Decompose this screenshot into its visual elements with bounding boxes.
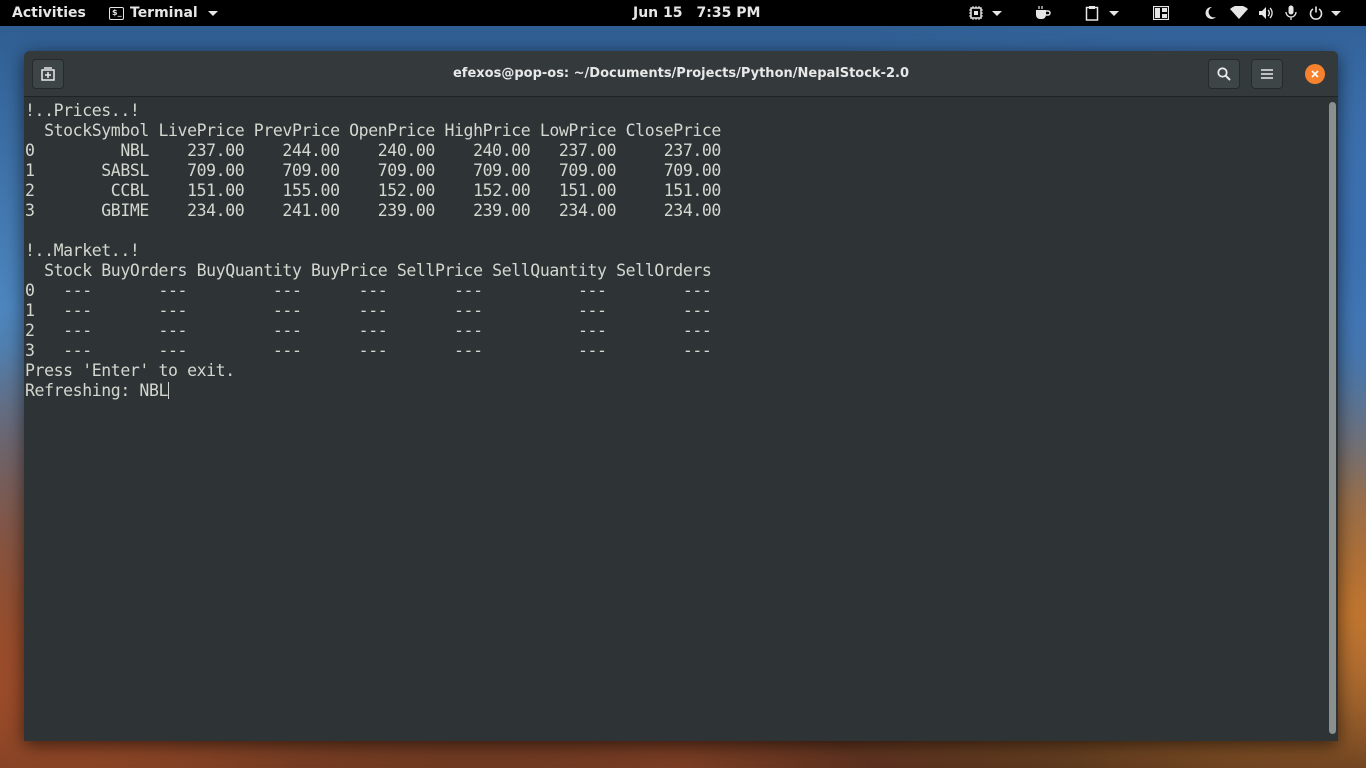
window-title: efexos@pop-os: ~/Documents/Projects/Pyth…	[452, 66, 910, 81]
close-icon	[1311, 70, 1319, 78]
search-icon	[1217, 67, 1231, 81]
search-button[interactable]	[1208, 59, 1240, 89]
chevron-down-icon	[207, 10, 218, 16]
text-cursor	[168, 382, 170, 399]
chevron-down-icon	[1109, 10, 1119, 16]
app-menu-button[interactable]: $_ Terminal	[109, 0, 218, 26]
clipboard-indicator[interactable]	[1085, 0, 1119, 26]
wifi-icon	[1230, 6, 1248, 19]
header-bar[interactable]: efexos@pop-os: ~/Documents/Projects/Pyth…	[24, 51, 1338, 97]
chevron-down-icon	[992, 10, 1002, 16]
terminal-line: Press 'Enter' to exit.	[25, 361, 235, 380]
night-light-moon-icon	[1205, 6, 1216, 19]
tiling-icon	[1153, 6, 1169, 20]
workspaces-indicator[interactable]	[1153, 0, 1169, 26]
top-bar: Activities $_ Terminal Jun 15 7:35 PM	[0, 0, 1366, 26]
terminal-output[interactable]: !..Prices..! StockSymbol LivePrice PrevP…	[24, 98, 1326, 741]
new-tab-button[interactable]	[32, 59, 64, 89]
caffeine-indicator[interactable]	[1034, 0, 1051, 26]
cpu-indicator[interactable]	[968, 0, 1002, 26]
volume-icon	[1259, 7, 1273, 19]
clock-date: Jun 15	[633, 5, 683, 21]
terminal-line-text: Refreshing: NBL	[25, 381, 169, 400]
terminal-line: 0 NBL 237.00 244.00 240.00 240.00 237.00…	[25, 141, 721, 160]
system-menu-button[interactable]	[1203, 0, 1341, 26]
terminal-scrollbar[interactable]	[1326, 98, 1338, 741]
menu-button[interactable]	[1251, 59, 1283, 89]
terminal-line: Stock BuyOrders BuyQuantity BuyPrice Sel…	[25, 261, 712, 280]
terminal-line: 2 --- --- --- --- --- --- ---	[25, 321, 712, 340]
terminal-line: !..Prices..!	[25, 101, 140, 120]
terminal-line: 3 --- --- --- --- --- --- ---	[25, 341, 712, 360]
chevron-down-icon	[1331, 10, 1341, 16]
microphone-icon	[1285, 5, 1297, 20]
terminal-app-icon: $_	[109, 6, 124, 20]
terminal-line: 1 --- --- --- --- --- --- ---	[25, 301, 712, 320]
clock-time: 7:35 PM	[696, 5, 761, 21]
terminal-line: 1 SABSL 709.00 709.00 709.00 709.00 709.…	[25, 161, 721, 180]
new-tab-icon	[41, 67, 55, 81]
app-menu-label: Terminal	[130, 5, 198, 21]
terminal-line: 0 --- --- --- --- --- --- ---	[25, 281, 712, 300]
hamburger-menu-icon	[1261, 69, 1273, 79]
clipboard-icon	[1085, 6, 1099, 21]
terminal-prompt-line: Refreshing: NBL	[25, 381, 1326, 401]
clock-button[interactable]: Jun 15 7:35 PM	[633, 0, 760, 26]
terminal-line: 3 GBIME 234.00 241.00 239.00 239.00 234.…	[25, 201, 721, 220]
coffee-cup-icon	[1036, 6, 1051, 19]
cpu-icon	[969, 6, 983, 20]
power-icon	[1309, 6, 1323, 20]
close-window-button[interactable]	[1305, 64, 1325, 84]
terminal-window: efexos@pop-os: ~/Documents/Projects/Pyth…	[24, 51, 1338, 741]
terminal-line: StockSymbol LivePrice PrevPrice OpenPric…	[25, 121, 721, 140]
terminal-line: !..Market..!	[25, 241, 140, 260]
activities-button[interactable]: Activities	[12, 0, 86, 26]
scrollbar-thumb[interactable]	[1329, 102, 1336, 734]
terminal-line: 2 CCBL 151.00 155.00 152.00 152.00 151.0…	[25, 181, 721, 200]
